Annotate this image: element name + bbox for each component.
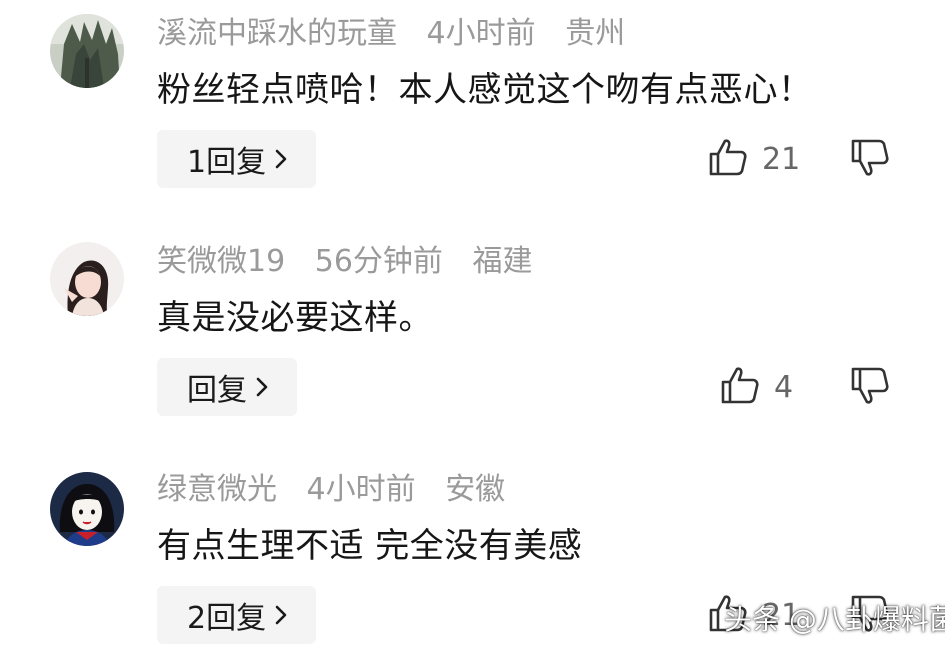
like-button[interactable]: 4 — [720, 364, 793, 410]
reply-button[interactable]: 2回复 — [157, 586, 317, 644]
avatar[interactable] — [50, 242, 124, 316]
reply-label: 1回复 — [187, 145, 267, 180]
comment-location: 福建 — [472, 244, 533, 279]
reply-button[interactable]: 1回复 — [157, 130, 317, 188]
thumbs-down-icon — [851, 139, 889, 176]
comment-meta: 笑微微19 56分钟前 福建 — [157, 242, 552, 282]
like-count: 21 — [762, 141, 801, 177]
chevron-right-icon — [274, 604, 288, 626]
comment-text: 真是没必要这样。 — [157, 298, 433, 338]
dislike-button[interactable] — [850, 366, 890, 406]
comment-time: 4小时前 — [306, 472, 416, 507]
avatar[interactable] — [50, 472, 124, 546]
comment-time: 56分钟前 — [314, 244, 443, 279]
comment-location: 安徽 — [445, 472, 506, 507]
like-button[interactable]: 21 — [708, 136, 800, 182]
username[interactable]: 笑微微19 — [157, 244, 285, 279]
dislike-button[interactable] — [850, 138, 890, 178]
comment-meta: 绿意微光 4小时前 安徽 — [157, 470, 525, 510]
watermark: 头条 @八卦爆料菌 — [724, 603, 945, 636]
reply-label: 回复 — [187, 373, 247, 408]
username[interactable]: 溪流中踩水的玩童 — [157, 16, 397, 51]
comment-location: 贵州 — [565, 16, 626, 51]
comment-text: 有点生理不适 完全没有美感 — [157, 526, 583, 566]
thumbs-up-icon — [708, 137, 748, 181]
avatar[interactable] — [50, 14, 124, 88]
comment-meta: 溪流中踩水的玩童 4小时前 贵州 — [157, 14, 645, 54]
reply-button[interactable]: 回复 — [157, 358, 297, 416]
username[interactable]: 绿意微光 — [157, 472, 277, 507]
thumbs-up-icon — [720, 365, 760, 409]
like-count: 4 — [774, 369, 794, 405]
comment-list: 溪流中踩水的玩童 4小时前 贵州 粉丝轻点喷哈！本人感觉这个吻有点恶心！ 1回复… — [0, 0, 945, 653]
thumbs-down-icon — [851, 367, 889, 404]
comment-time: 4小时前 — [426, 16, 536, 51]
comment-text: 粉丝轻点喷哈！本人感觉这个吻有点恶心！ — [157, 70, 813, 110]
chevron-right-icon — [274, 148, 288, 170]
reply-label: 2回复 — [187, 601, 267, 636]
chevron-right-icon — [255, 376, 269, 398]
